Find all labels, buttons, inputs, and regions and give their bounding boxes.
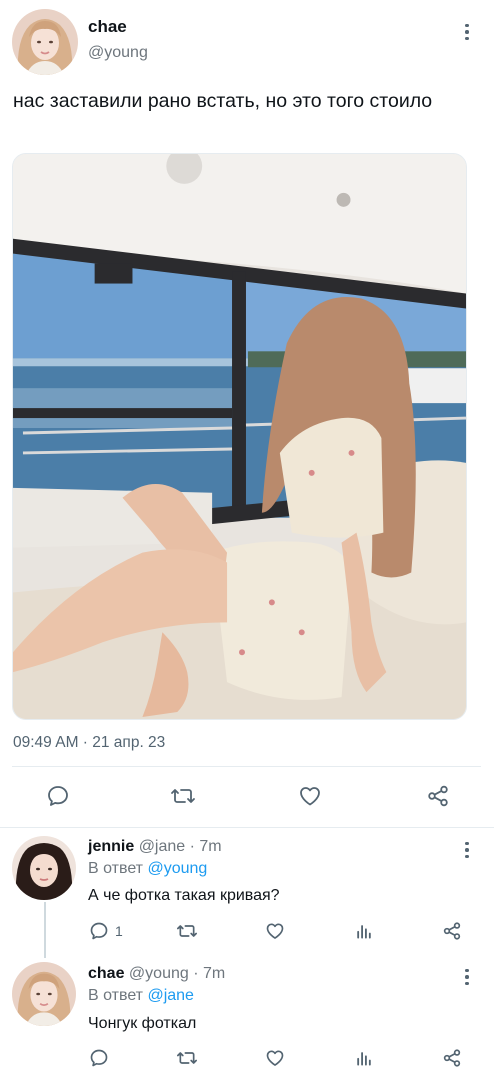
author-name[interactable]: chae: [88, 965, 124, 982]
analytics-icon: [357, 1052, 371, 1066]
reply-button[interactable]: 1: [89, 921, 123, 941]
divider: [12, 766, 481, 767]
like-button[interactable]: [265, 1048, 285, 1068]
like-button[interactable]: [298, 784, 322, 808]
tweet-photo[interactable]: [12, 153, 467, 720]
like-icon: [266, 923, 284, 939]
like-button[interactable]: [265, 921, 285, 941]
retweet-icon: [176, 1052, 197, 1064]
tweet-timestamp: 09:49 AM · 21 апр. 23: [13, 734, 166, 751]
retweet-icon: [176, 925, 197, 937]
reply-header: jennie @jane · 7m: [88, 838, 222, 855]
author-name[interactable]: jennie: [88, 838, 134, 855]
more-options-icon[interactable]: [457, 838, 477, 862]
share-button[interactable]: [442, 921, 462, 941]
author-handle[interactable]: @young: [88, 44, 148, 62]
analytics-button[interactable]: [354, 921, 374, 941]
author-handle[interactable]: @young: [129, 965, 189, 982]
like-icon: [300, 787, 320, 806]
share-icon: [443, 922, 461, 940]
share-button[interactable]: [442, 1048, 462, 1068]
retweet-button[interactable]: [176, 1048, 198, 1068]
share-icon: [443, 1049, 461, 1067]
retweet-icon: [171, 789, 195, 803]
reply-time: 7m: [202, 965, 226, 982]
reply-to: В ответ @jane: [88, 987, 194, 1004]
author-handle[interactable]: @jane: [139, 838, 186, 855]
more-options-icon[interactable]: [457, 965, 477, 989]
more-options-icon[interactable]: [457, 20, 477, 44]
mention-link[interactable]: @young: [147, 860, 207, 877]
reply-to: В ответ @young: [88, 860, 208, 877]
share-icon: [428, 785, 448, 807]
mention-link[interactable]: @jane: [147, 987, 194, 1004]
reply-text: Чонгук фоткал: [88, 1015, 197, 1032]
reply-time: 7m: [199, 838, 222, 855]
thread-line: [44, 902, 46, 958]
reply-icon: [48, 786, 68, 806]
reply-button[interactable]: [89, 1048, 115, 1068]
reply-tweet[interactable]: jennie @jane · 7m В ответ @young А че фо…: [0, 828, 494, 958]
reply-header: chae @young · 7m: [88, 965, 226, 982]
reply-icon: [90, 1049, 108, 1067]
avatar[interactable]: [12, 836, 76, 900]
reply-button[interactable]: [46, 784, 70, 808]
analytics-icon: [357, 925, 371, 939]
tweet-text: нас заставили рано встать, но это того с…: [13, 90, 433, 112]
share-button[interactable]: [426, 784, 450, 808]
retweet-button[interactable]: [170, 784, 196, 808]
avatar[interactable]: [12, 9, 78, 75]
main-tweet: chae @young нас заставили рано встать, н…: [0, 0, 494, 828]
reply-count: 1: [115, 923, 123, 939]
author-name[interactable]: chae: [88, 17, 127, 37]
retweet-button[interactable]: [176, 921, 198, 941]
avatar[interactable]: [12, 962, 76, 1026]
analytics-button[interactable]: [354, 1048, 374, 1068]
reply-text: А че фотка такая кривая?: [88, 887, 280, 904]
like-icon: [266, 1050, 284, 1066]
reply-tweet[interactable]: chae @young · 7m В ответ @jane Чонгук фо…: [0, 956, 494, 1080]
reply-icon: [90, 922, 108, 940]
